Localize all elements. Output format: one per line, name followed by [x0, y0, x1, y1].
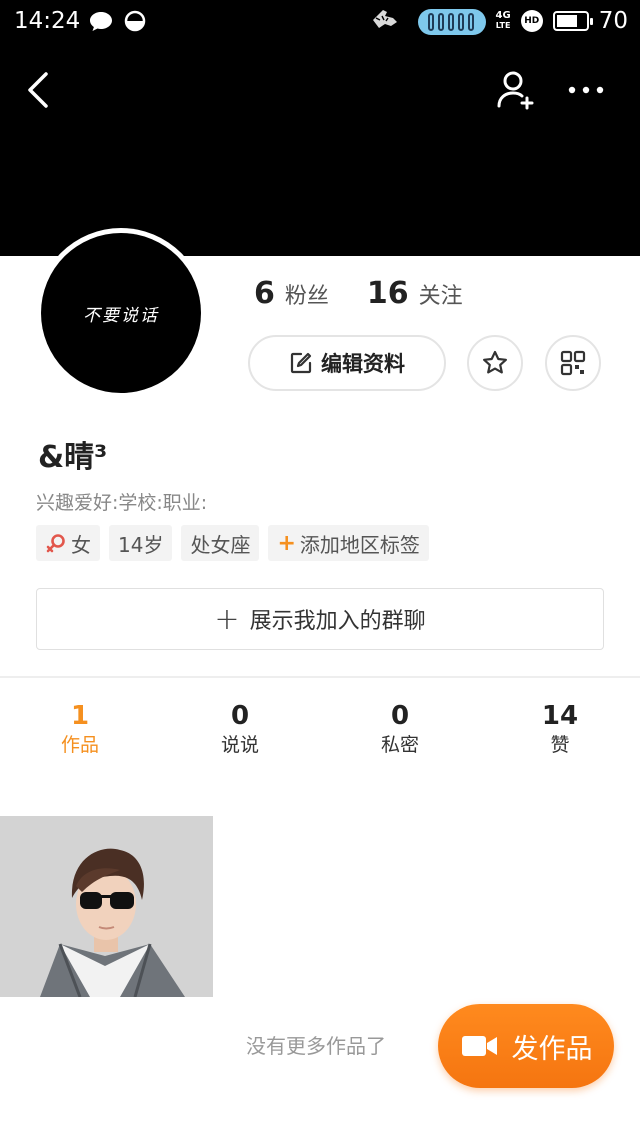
half-moon-icon [124, 10, 146, 32]
work-thumbnail[interactable] [0, 816, 213, 997]
publish-work-button[interactable]: 发作品 [438, 1004, 614, 1088]
add-user-icon [497, 71, 534, 110]
add-region-label: 添加地区标签 [299, 532, 420, 557]
star-icon [483, 350, 507, 374]
edit-profile-label: 编辑资料 [321, 352, 405, 376]
battery-icon [552, 11, 593, 31]
tab-likes[interactable]: 14 赞 [480, 700, 640, 758]
gender-label: 女 [71, 532, 91, 557]
show-groups-button[interactable]: + 展示我加入的群聊 [36, 588, 604, 650]
followers-count[interactable]: 6 [254, 276, 275, 311]
profile-stats: 6 粉丝 16 关注 [254, 276, 501, 311]
tab-works[interactable]: 1 作品 [0, 700, 160, 758]
tab-label: 私密 [380, 734, 419, 756]
tab-count: 1 [70, 701, 90, 731]
gender-tag[interactable]: 女 [36, 525, 100, 561]
work-photo [0, 816, 213, 997]
battery-percent: 70 [598, 8, 628, 34]
following-count[interactable]: 16 [367, 276, 409, 311]
add-friend-button[interactable] [494, 68, 538, 112]
more-button[interactable] [566, 72, 606, 108]
profile-header: 14:24 4G LTE HD 70 [0, 0, 640, 256]
followers-label[interactable]: 粉丝 [285, 278, 329, 310]
tab-label: 作品 [60, 734, 99, 756]
more-icon [568, 86, 604, 94]
edit-icon [290, 352, 312, 374]
network-indicator: 4G LTE [496, 11, 511, 31]
section-divider [0, 676, 640, 678]
profile-tags: 女 14岁 处女座 + 添加地区标签 [36, 525, 429, 561]
female-icon [46, 534, 65, 553]
age-label: 14岁 [118, 532, 164, 557]
tab-label: 说说 [220, 734, 259, 756]
qr-code-button[interactable] [545, 335, 601, 391]
no-more-works-text: 没有更多作品了 [246, 1034, 386, 1058]
video-camera-icon [461, 1036, 497, 1056]
back-button[interactable] [22, 68, 62, 112]
status-right: 4G LTE HD 70 [496, 8, 628, 34]
age-tag[interactable]: 14岁 [109, 525, 173, 561]
tab-label: 赞 [550, 734, 570, 756]
zodiac-label: 处女座 [190, 532, 251, 557]
chat-bubble-icon [90, 12, 112, 31]
bio-text[interactable]: 兴趣爱好:学校:职业: [36, 488, 207, 515]
zodiac-tag[interactable]: 处女座 [181, 525, 260, 561]
nickname: &晴³ [38, 440, 108, 475]
tab-posts[interactable]: 0 说说 [160, 700, 320, 758]
plus-icon: + [214, 601, 240, 637]
show-groups-label: 展示我加入的群聊 [249, 609, 426, 634]
favorite-button[interactable] [467, 335, 523, 391]
tab-count: 0 [230, 701, 250, 731]
content-tabs: 1 作品 0 说说 0 私密 14 赞 [0, 700, 640, 758]
back-arrow-icon [28, 72, 48, 108]
following-label[interactable]: 关注 [419, 278, 463, 310]
network-type: 4G [495, 10, 511, 21]
avatar-image: 不要说话 [41, 233, 201, 393]
tab-private[interactable]: 0 私密 [320, 700, 480, 758]
signal-pill-icon [418, 9, 486, 35]
hd-icon: HD [520, 10, 543, 32]
status-bar: 14:24 4G LTE HD 70 [0, 0, 640, 44]
edit-profile-button[interactable]: 编辑资料 [248, 335, 446, 391]
publish-work-label: 发作品 [511, 1033, 593, 1065]
network-subtype: LTE [495, 21, 511, 30]
status-left-icons [88, 10, 146, 32]
qr-code-icon [560, 350, 586, 376]
battery-fill [556, 15, 577, 27]
avatar[interactable]: 不要说话 [36, 228, 206, 398]
plus-icon: + [277, 530, 296, 556]
status-time: 14:24 [14, 8, 81, 34]
add-region-tag[interactable]: + 添加地区标签 [268, 525, 429, 561]
tab-count: 0 [390, 701, 410, 731]
tab-count: 14 [541, 701, 579, 731]
ghost-icon [373, 10, 397, 28]
